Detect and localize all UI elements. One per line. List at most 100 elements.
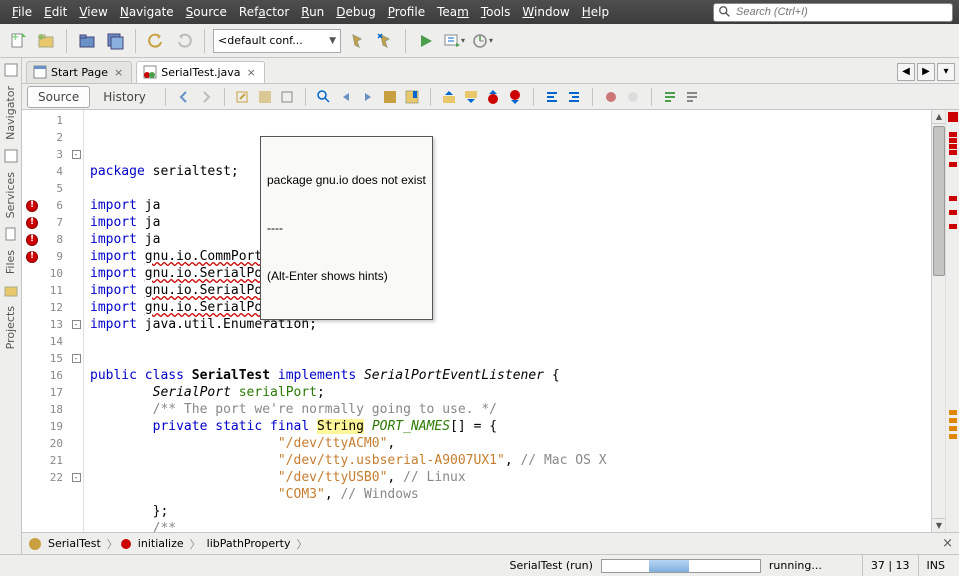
menu-edit[interactable]: Edit [38, 5, 73, 19]
services-icon[interactable] [3, 148, 19, 164]
clean-build-button[interactable] [373, 29, 397, 53]
prev-bookmark-icon[interactable] [439, 87, 459, 107]
rail-projects[interactable]: Projects [4, 300, 17, 355]
config-combo[interactable]: <default conf...▼ [213, 29, 341, 53]
find-sel-icon[interactable] [314, 87, 334, 107]
code-editor[interactable]: 123-45678910111213-1415-16171819202122- … [22, 110, 959, 532]
overview-mark[interactable] [949, 418, 957, 423]
rail-services[interactable]: Services [4, 166, 17, 224]
caret-position: 37 | 13 [862, 555, 918, 576]
build-button[interactable] [345, 29, 369, 53]
fold-toggle[interactable]: - [72, 150, 81, 159]
tab-serialtest[interactable]: SerialTest.java × [136, 61, 265, 83]
rail-files[interactable]: Files [4, 244, 17, 280]
quick-search-input[interactable] [736, 6, 948, 18]
overview-mark[interactable] [949, 162, 957, 167]
breadcrumb: SerialTest 〉 initialize 〉 libPathPropert… [22, 532, 959, 554]
menu-source[interactable]: Source [180, 5, 233, 19]
progress-bar[interactable] [601, 559, 761, 573]
navigator-icon[interactable] [3, 62, 19, 78]
menu-refactor[interactable]: Refactor [233, 5, 295, 19]
overview-mark[interactable] [949, 196, 957, 201]
find-next-icon[interactable] [358, 87, 378, 107]
crumb-method[interactable]: initialize [134, 537, 188, 550]
code-content[interactable]: package gnu.io does not exist ---- (Alt-… [84, 110, 931, 532]
overview-mark[interactable] [949, 150, 957, 155]
error-icon[interactable] [26, 217, 38, 229]
menu-tools[interactable]: Tools [475, 5, 517, 19]
tab-next[interactable]: ▶ [917, 63, 935, 81]
menu-team[interactable]: Team [431, 5, 475, 19]
last-edit-icon[interactable] [233, 87, 253, 107]
fold-toggle[interactable]: - [72, 473, 81, 482]
next-bookmark-icon[interactable] [461, 87, 481, 107]
overview-mark[interactable] [949, 144, 957, 149]
overview-mark[interactable] [949, 132, 957, 137]
error-icon[interactable] [26, 251, 38, 263]
shift-left-icon[interactable] [542, 87, 562, 107]
rail-navigator[interactable]: Navigator [4, 80, 17, 146]
selection-icon[interactable] [277, 87, 297, 107]
tab-close[interactable]: × [245, 66, 258, 79]
menu-window[interactable]: Window [516, 5, 575, 19]
gutter: 123-45678910111213-1415-16171819202122- [22, 110, 84, 532]
toggle-bookmark-icon[interactable] [402, 87, 422, 107]
tab-list[interactable]: ▾ [937, 63, 955, 81]
error-icon[interactable] [26, 200, 38, 212]
macro-rec-icon[interactable] [601, 87, 621, 107]
fold-toggle[interactable]: - [72, 354, 81, 363]
nav-back-icon[interactable] [174, 87, 194, 107]
shift-right-icon[interactable] [564, 87, 584, 107]
menu-navigate[interactable]: Navigate [114, 5, 180, 19]
uncomment-icon[interactable] [682, 87, 702, 107]
line-number: 18 [42, 403, 69, 416]
macro-stop-icon[interactable] [623, 87, 643, 107]
comment-icon[interactable] [660, 87, 680, 107]
projects-icon[interactable] [3, 282, 19, 298]
tab-start-page[interactable]: Start Page × [26, 61, 132, 83]
open-button[interactable] [75, 29, 99, 53]
overview-mark[interactable] [949, 410, 957, 415]
tab-prev[interactable]: ◀ [897, 63, 915, 81]
breadcrumb-close[interactable]: × [942, 536, 953, 551]
subtab-source[interactable]: Source [27, 86, 90, 108]
scroll-thumb[interactable] [933, 126, 945, 276]
crumb-var[interactable]: libPathProperty [203, 537, 295, 550]
menu-run[interactable]: Run [295, 5, 330, 19]
overview-mark[interactable] [949, 426, 957, 431]
mark-occur-icon[interactable] [255, 87, 275, 107]
menu-help[interactable]: Help [576, 5, 615, 19]
overview-mark[interactable] [949, 224, 957, 229]
fold-toggle[interactable]: - [72, 320, 81, 329]
next-error-icon[interactable] [505, 87, 525, 107]
menu-debug[interactable]: Debug [330, 5, 381, 19]
overview-mark[interactable] [949, 210, 957, 215]
debug-button[interactable]: ▾ [442, 29, 466, 53]
find-prev-icon[interactable] [336, 87, 356, 107]
quick-search[interactable] [713, 3, 953, 22]
error-icon[interactable] [26, 234, 38, 246]
undo-button[interactable] [144, 29, 168, 53]
redo-button[interactable] [172, 29, 196, 53]
new-file-button[interactable]: + [6, 29, 30, 53]
error-stripe[interactable] [945, 110, 959, 532]
overview-mark[interactable] [949, 138, 957, 143]
files-icon[interactable] [3, 226, 19, 242]
profile-button[interactable]: ▾ [470, 29, 494, 53]
toggle-highlight-icon[interactable] [380, 87, 400, 107]
menu-file[interactable]: File [6, 5, 38, 19]
subtab-history[interactable]: History [92, 86, 157, 108]
vertical-scrollbar[interactable]: ▲ ▼ [931, 110, 945, 532]
menu-view[interactable]: View [73, 5, 113, 19]
overview-mark[interactable] [949, 434, 957, 439]
run-button[interactable] [414, 29, 438, 53]
save-all-button[interactable] [103, 29, 127, 53]
prev-error-icon[interactable] [483, 87, 503, 107]
main-toolbar: + + <default conf...▼ ▾ ▾ [0, 24, 959, 58]
menu-profile[interactable]: Profile [382, 5, 431, 19]
nav-fwd-icon[interactable] [196, 87, 216, 107]
tab-close[interactable]: × [112, 66, 125, 79]
crumb-class[interactable]: SerialTest [44, 537, 105, 550]
new-project-button[interactable]: + [34, 29, 58, 53]
tab-nav: ◀ ▶ ▾ [897, 63, 955, 81]
